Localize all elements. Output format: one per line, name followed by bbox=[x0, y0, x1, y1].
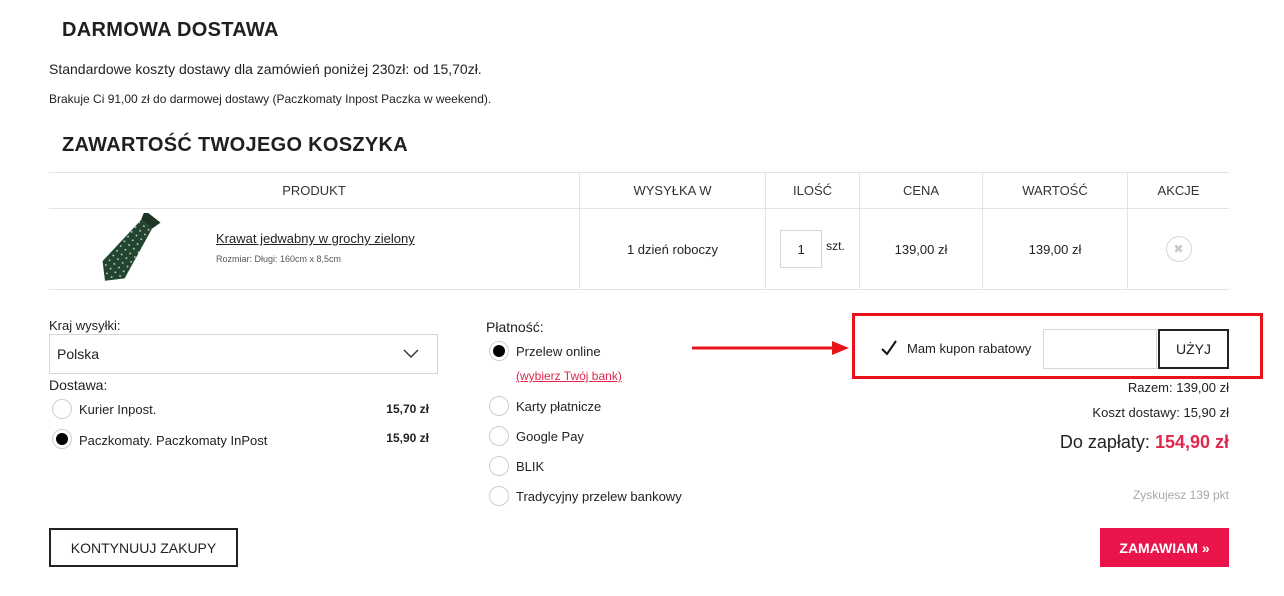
quantity-cell: 1 szt. bbox=[765, 209, 859, 289]
coupon-code-input[interactable] bbox=[1043, 329, 1157, 369]
payment-option-blik: BLIK bbox=[516, 459, 545, 474]
cart-table: PRODUKT WYSYŁKA W ILOŚĆ CENA WARTOŚĆ AKC… bbox=[49, 172, 1229, 290]
free-shipping-title: DARMOWA DOSTAWA bbox=[62, 19, 279, 41]
item-price: 139,00 zł bbox=[859, 209, 982, 289]
delivery-radio-courier[interactable] bbox=[52, 399, 72, 419]
loyalty-points: Zyskujesz 139 pkt bbox=[1132, 488, 1229, 502]
payment-option-online-transfer: Przelew online bbox=[516, 344, 601, 359]
delivery-price-parcel-locker: 15,90 zł bbox=[386, 431, 429, 445]
payment-option-bank-transfer: Tradycyjny przelew bankowy bbox=[516, 489, 682, 504]
quantity-input[interactable]: 1 bbox=[780, 230, 823, 268]
item-value: 139,00 zł bbox=[982, 209, 1127, 289]
total-value: 154,90 zł bbox=[1154, 432, 1229, 452]
delivery-option-parcel-locker: Paczkomaty. Paczkomaty InPost bbox=[79, 433, 268, 448]
column-header-quantity: ILOŚĆ bbox=[765, 173, 859, 208]
column-header-product: PRODUKT bbox=[282, 183, 346, 198]
payment-radio-blik[interactable] bbox=[489, 456, 509, 476]
coupon-checkbox[interactable] bbox=[879, 338, 899, 358]
actions-cell: ✖ bbox=[1127, 209, 1229, 289]
quantity-unit: szt. bbox=[826, 239, 845, 253]
place-order-button[interactable]: ZAMAWIAM » bbox=[1100, 528, 1229, 567]
total-to-pay: Do zapłaty: 154,90 zł bbox=[1060, 432, 1229, 453]
shipping-cost: Koszt dostawy: 15,90 zł bbox=[1092, 405, 1229, 420]
product-cell: Krawat jedwabny w grochy zielony Rozmiar… bbox=[49, 209, 579, 289]
choose-bank-link[interactable]: (wybierz Twój bank) bbox=[516, 369, 622, 383]
shipping-time: 1 dzień roboczy bbox=[579, 209, 765, 289]
free-shipping-info: Standardowe koszty dostawy dla zamówień … bbox=[49, 61, 482, 77]
payment-label: Płatność: bbox=[486, 319, 544, 335]
annotation-arrow-icon bbox=[692, 341, 849, 355]
product-size: Rozmiar: Długi: 160cm x 8,5cm bbox=[216, 254, 342, 264]
column-header-shipping: WYSYŁKA W bbox=[579, 173, 765, 208]
delivery-price-courier: 15,70 zł bbox=[386, 402, 429, 416]
continue-shopping-button[interactable]: KONTYNUUJ ZAKUPY bbox=[49, 528, 238, 567]
product-thumbnail[interactable] bbox=[87, 213, 171, 287]
country-selected-value: Polska bbox=[57, 346, 100, 362]
payment-radio-cards[interactable] bbox=[489, 396, 509, 416]
table-row: Krawat jedwabny w grochy zielony Rozmiar… bbox=[49, 209, 1229, 289]
payment-option-google-pay: Google Pay bbox=[516, 429, 584, 444]
column-header-value: WARTOŚĆ bbox=[982, 173, 1127, 208]
apply-coupon-button[interactable]: UŻYJ bbox=[1158, 329, 1229, 369]
payment-radio-bank-transfer[interactable] bbox=[489, 486, 509, 506]
payment-option-cards: Karty płatnicze bbox=[516, 399, 602, 414]
delivery-label: Dostawa: bbox=[49, 377, 108, 393]
close-icon: ✖ bbox=[1173, 242, 1184, 256]
cart-title: ZAWARTOŚĆ TWOJEGO KOSZYKA bbox=[62, 134, 409, 156]
coupon-label: Mam kupon rabatowy bbox=[907, 341, 1032, 356]
column-header-price: CENA bbox=[859, 173, 982, 208]
total-label: Do zapłaty: bbox=[1059, 432, 1150, 452]
subtotal: Razem: 139,00 zł bbox=[1127, 380, 1229, 395]
delivery-radio-parcel-locker[interactable] bbox=[52, 429, 72, 449]
free-shipping-missing: Brakuje Ci 91,00 zł do darmowej dostawy … bbox=[49, 92, 492, 106]
product-info: Krawat jedwabny w grochy zielony Rozmiar… bbox=[216, 231, 415, 264]
remove-item-button[interactable]: ✖ bbox=[1165, 236, 1192, 262]
column-header-actions: AKCJE bbox=[1127, 173, 1229, 208]
delivery-option-courier: Kurier Inpost. bbox=[79, 402, 157, 417]
product-name-link[interactable]: Krawat jedwabny w grochy zielony bbox=[216, 231, 415, 246]
country-label: Kraj wysyłki: bbox=[49, 318, 121, 333]
payment-radio-online-transfer[interactable] bbox=[489, 341, 509, 361]
payment-radio-google-pay[interactable] bbox=[489, 426, 509, 446]
chevron-down-icon bbox=[403, 349, 419, 358]
country-select[interactable]: Polska bbox=[49, 334, 438, 374]
cart-table-header: PRODUKT WYSYŁKA W ILOŚĆ CENA WARTOŚĆ AKC… bbox=[49, 173, 1229, 209]
